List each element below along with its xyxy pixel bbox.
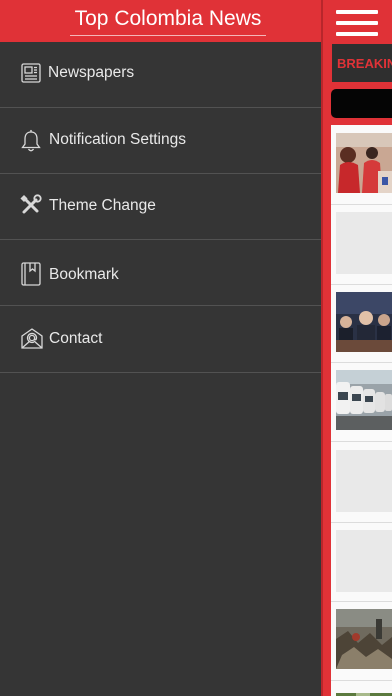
bookmark-icon <box>20 262 42 286</box>
news-thumbnail[interactable] <box>336 370 392 430</box>
news-thumbnail[interactable] <box>336 688 392 696</box>
envelope-at-icon <box>20 327 43 349</box>
drawer-header: Top Colombia News <box>0 0 321 42</box>
menu-item-contact[interactable]: Contact <box>0 306 321 373</box>
menu-item-label: Theme Change <box>49 197 156 214</box>
news-thumbnail-placeholder[interactable] <box>336 212 392 274</box>
feed-separator <box>331 441 392 442</box>
hamburger-icon <box>336 10 378 14</box>
hamburger-icon-bar <box>336 21 378 25</box>
tools-icon <box>20 194 42 216</box>
feed-separator <box>331 284 392 285</box>
news-thumbnail-placeholder[interactable] <box>336 450 392 512</box>
bell-icon <box>20 129 42 152</box>
news-thumbnail[interactable] <box>336 133 392 193</box>
hamburger-icon-bar <box>336 32 378 36</box>
menu-item-bookmark[interactable]: Bookmark <box>0 240 321 306</box>
menu-item-theme-change[interactable]: Theme Change <box>0 174 321 240</box>
navigation-drawer: Top Colombia News Newspapers Notificatio… <box>0 0 321 696</box>
newspaper-icon <box>20 62 42 84</box>
feed-separator <box>331 522 392 523</box>
menu-item-label: Contact <box>49 330 103 347</box>
feed-separator <box>331 680 392 681</box>
feed-separator <box>331 601 392 602</box>
feed-separator <box>331 204 392 205</box>
menu-item-label: Bookmark <box>49 266 119 283</box>
menu-item-label: Notification Settings <box>49 131 186 148</box>
feed-separator <box>331 362 392 363</box>
app-title: Top Colombia News <box>74 7 262 30</box>
ticker-bar[interactable] <box>331 89 392 118</box>
title-underline <box>70 35 266 36</box>
menu-item-newspapers[interactable]: Newspapers <box>0 42 321 108</box>
breaking-news-bar[interactable]: BREAKING <box>332 44 392 82</box>
menu-item-notification-settings[interactable]: Notification Settings <box>0 108 321 174</box>
news-thumbnail[interactable] <box>336 609 392 669</box>
hamburger-menu-button[interactable] <box>336 8 380 38</box>
menu-item-label: Newspapers <box>48 64 135 81</box>
news-thumbnail[interactable] <box>336 292 392 352</box>
news-thumbnail-placeholder[interactable] <box>336 530 392 592</box>
breaking-label: BREAKING <box>337 56 392 71</box>
drawer-shadow-divider <box>321 0 323 696</box>
